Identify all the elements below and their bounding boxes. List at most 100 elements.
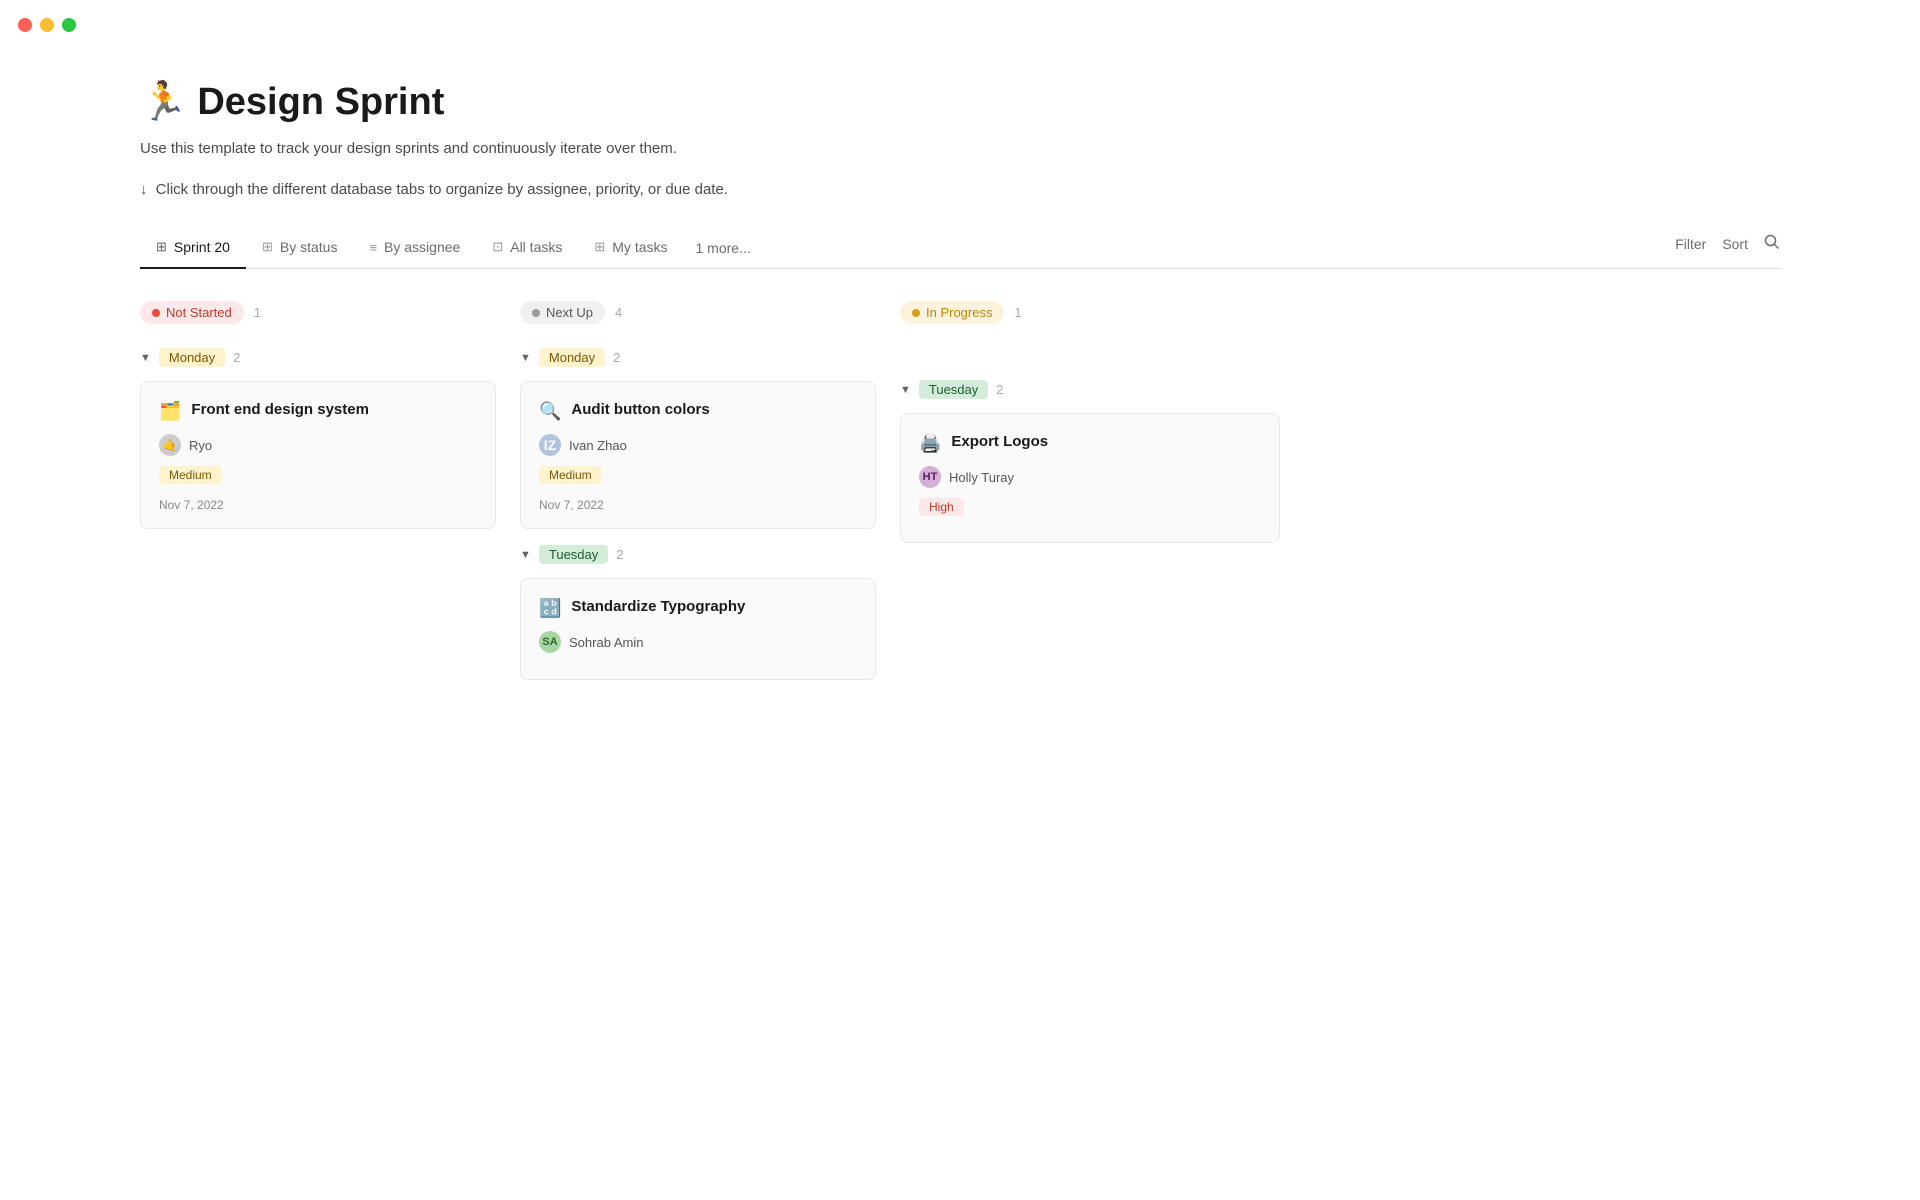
assignee-name-2: Ivan Zhao [569,438,627,453]
tab-mytasks[interactable]: ⊞ My tasks [578,231,683,269]
card-title-row-4: 🖨️ Export Logos [919,432,1261,454]
tabs-left: ⊞ Sprint 20 ⊞ By status ≡ By assignee ⊡ … [140,231,1675,268]
group-count-tuesday-3: 2 [996,382,1003,397]
group-label-monday-1: Monday [159,348,225,367]
group-count-monday-2: 2 [613,350,620,365]
tab-sprint20[interactable]: ⊞ Sprint 20 [140,231,246,269]
column-next-up: Next Up 4 ▼ Monday 2 🔍 Audit button colo… [520,297,900,692]
card-icon-file: 🗂️ [159,401,181,422]
page-title-text: Design Sprint [197,81,444,124]
minimize-button[interactable] [40,18,54,32]
tab-sprint20-icon: ⊞ [156,239,167,255]
card-assignee-3: SA Sohrab Amin [539,631,857,653]
col-count-not-started: 1 [254,305,261,320]
col-header-in-progress: In Progress 1 [900,297,1280,328]
card-icon-type: 🔡 [539,598,561,619]
status-badge-next-up[interactable]: Next Up [520,301,605,324]
group-label-tuesday-2: Tuesday [539,545,608,564]
group-header-tuesday-3: ▼ Tuesday 2 [900,380,1280,399]
group-header-monday-1: ▼ Monday 2 [140,348,496,367]
tabs-more[interactable]: 1 more... [684,232,763,268]
card-standardize-typography[interactable]: 🔡 Standardize Typography SA Sohrab Amin [520,578,876,680]
hint-text: Click through the different database tab… [156,181,728,198]
maximize-button[interactable] [62,18,76,32]
traffic-lights [18,18,76,32]
dot-in-progress [912,309,920,317]
col-count-in-progress: 1 [1014,305,1021,320]
tab-mytasks-icon: ⊞ [594,239,605,255]
card-title-row: 🗂️ Front end design system [159,400,477,422]
status-badge-in-progress[interactable]: In Progress [900,301,1004,324]
avatar-ryo: 🤙 [159,434,181,456]
status-label-in-progress: In Progress [926,305,992,320]
page-hint: ↓ Click through the different database t… [140,179,1780,202]
tab-bystatus-label: By status [280,239,338,255]
column-not-started: Not Started 1 ▼ Monday 2 🗂️ Front end de… [140,297,520,692]
card-date-2: Nov 7, 2022 [539,498,857,512]
tab-sprint20-label: Sprint 20 [174,239,230,255]
tabs-bar: ⊞ Sprint 20 ⊞ By status ≡ By assignee ⊡ … [140,231,1780,269]
status-label-not-started: Not Started [166,305,232,320]
card-icon-printer: 🖨️ [919,433,941,454]
tab-bystatus-icon: ⊞ [262,239,273,255]
card-icon-search: 🔍 [539,401,561,422]
card-title-text-2: Audit button colors [571,400,709,420]
status-badge-not-started[interactable]: Not Started [140,301,244,324]
page-emoji: 🏃 [140,80,187,124]
card-front-end-design-system[interactable]: 🗂️ Front end design system 🤙 Ryo Medium … [140,381,496,529]
board-container: Not Started 1 ▼ Monday 2 🗂️ Front end de… [140,297,1780,692]
search-icon[interactable] [1764,234,1780,253]
status-label-next-up: Next Up [546,305,593,320]
chevron-down-icon-3[interactable]: ▼ [520,549,531,561]
avatar-holly: HT [919,466,941,488]
group-header-monday-2: ▼ Monday 2 [520,348,876,367]
tab-byassignee-label: By assignee [384,239,460,255]
tabs-right: Filter Sort [1675,234,1780,265]
card-title-row-3: 🔡 Standardize Typography [539,597,857,619]
card-export-logos[interactable]: 🖨️ Export Logos HT Holly Turay High [900,413,1280,543]
card-title-text-4: Export Logos [951,432,1048,452]
hint-arrow: ↓ [140,181,148,198]
group-count-tuesday-2: 2 [616,547,623,562]
page-description: Use this template to track your design s… [140,138,1780,161]
tab-byassignee[interactable]: ≡ By assignee [353,231,476,269]
group-count-monday-1: 2 [233,350,240,365]
sort-button[interactable]: Sort [1722,236,1748,252]
dot-not-started [152,309,160,317]
chevron-down-icon-2[interactable]: ▼ [520,352,531,364]
card-title-row-2: 🔍 Audit button colors [539,400,857,422]
card-assignee-2: IZ Ivan Zhao [539,434,857,456]
priority-badge-medium-2: Medium [539,466,602,484]
col-header-next-up: Next Up 4 [520,297,876,328]
chevron-down-icon-4[interactable]: ▼ [900,384,911,396]
column-in-progress: In Progress 1 ▼ Tuesday 2 🖨️ Export Logo… [900,297,1280,692]
tab-bystatus[interactable]: ⊞ By status [246,231,354,269]
col-header-not-started: Not Started 1 [140,297,496,328]
assignee-name: Ryo [189,438,212,453]
page-header: 🏃 Design Sprint Use this template to tra… [140,80,1780,201]
close-button[interactable] [18,18,32,32]
chevron-down-icon[interactable]: ▼ [140,352,151,364]
tab-alltasks[interactable]: ⊡ All tasks [476,231,578,269]
card-assignee-4: HT Holly Turay [919,466,1261,488]
group-header-tuesday-2: ▼ Tuesday 2 [520,545,876,564]
col-count-next-up: 4 [615,305,622,320]
card-title-text: Front end design system [191,400,369,420]
card-title-text-3: Standardize Typography [571,597,745,617]
priority-badge-medium: Medium [159,466,222,484]
group-label-tuesday-3: Tuesday [919,380,988,399]
assignee-name-4: Holly Turay [949,470,1014,485]
main-content: 🏃 Design Sprint Use this template to tra… [0,0,1920,732]
page-title: 🏃 Design Sprint [140,80,1780,124]
group-label-monday-2: Monday [539,348,605,367]
filter-button[interactable]: Filter [1675,236,1706,252]
card-audit-button-colors[interactable]: 🔍 Audit button colors IZ Ivan Zhao Mediu… [520,381,876,529]
tab-mytasks-label: My tasks [612,239,667,255]
tab-alltasks-icon: ⊡ [492,239,503,255]
priority-badge-high: High [919,498,964,516]
tab-alltasks-label: All tasks [510,239,562,255]
tab-byassignee-icon: ≡ [369,240,377,255]
assignee-name-3: Sohrab Amin [569,635,643,650]
avatar-ivan: IZ [539,434,561,456]
avatar-sohrab: SA [539,631,561,653]
